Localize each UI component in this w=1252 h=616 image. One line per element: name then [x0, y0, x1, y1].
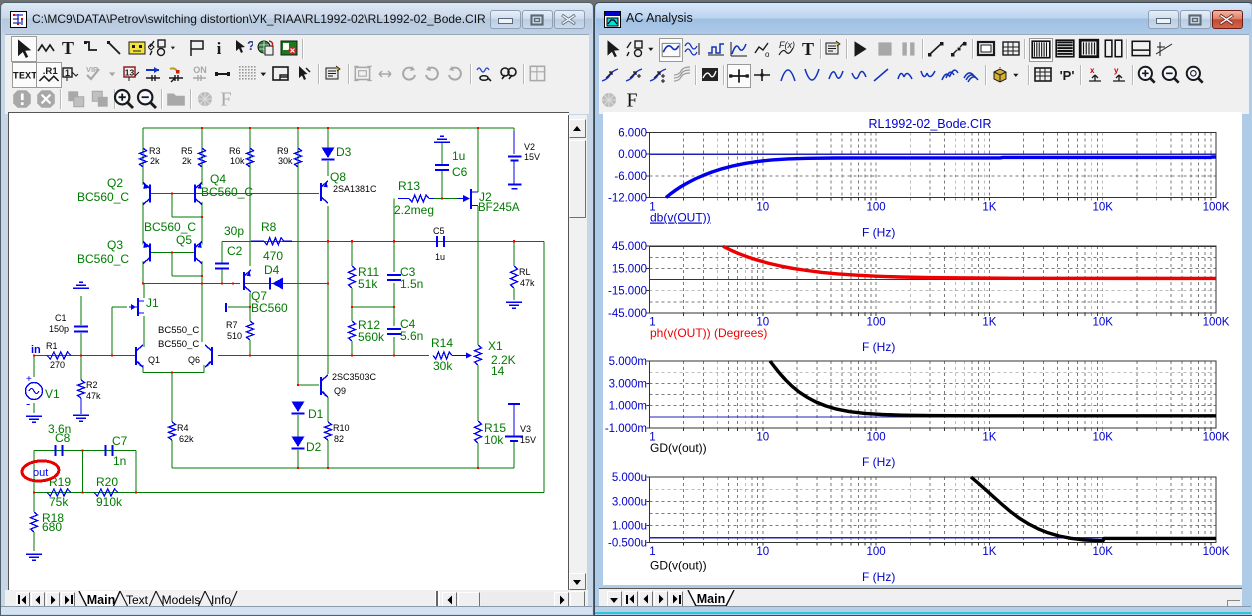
svg-text:Main: Main — [697, 592, 725, 606]
